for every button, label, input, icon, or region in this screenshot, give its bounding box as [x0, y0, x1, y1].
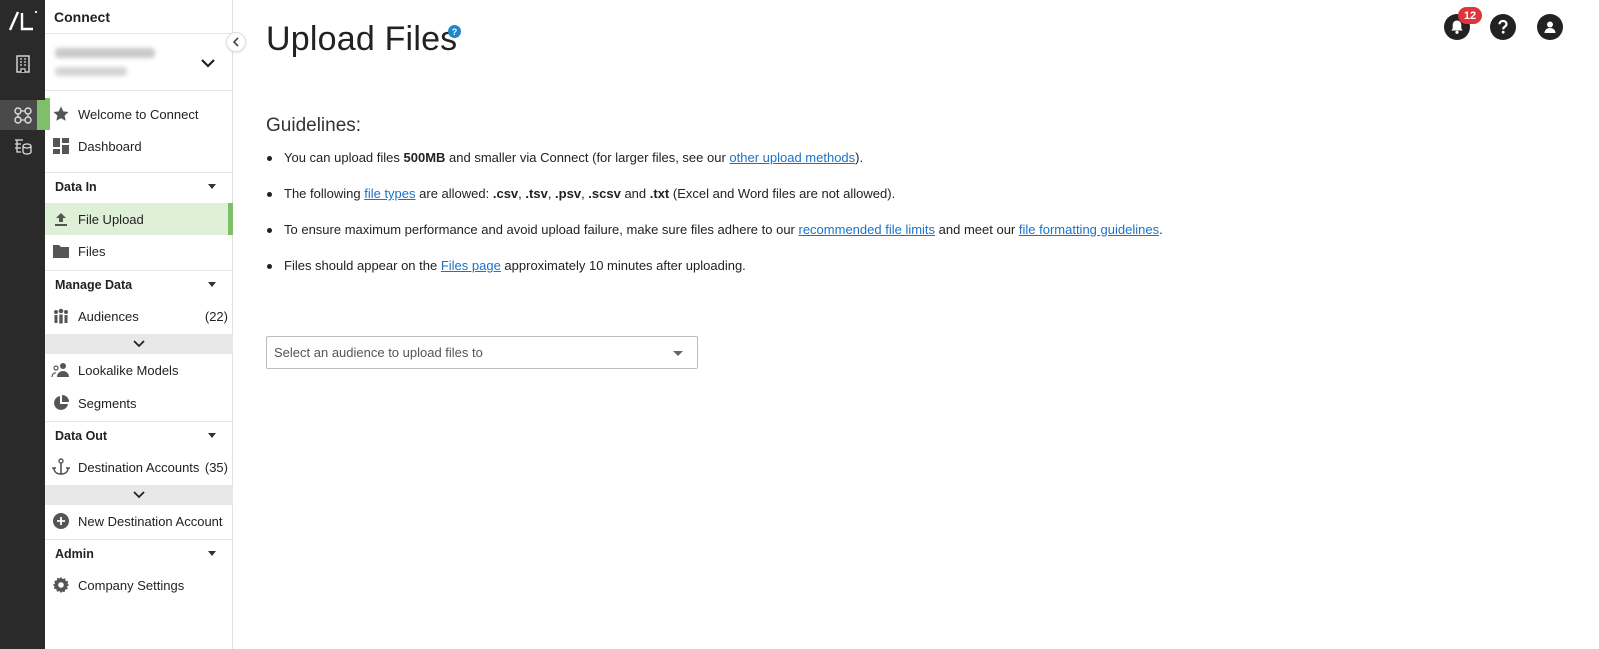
sidebar: Connect Welcome to Connect Dashboard Dat…	[45, 0, 233, 649]
add-circle-icon	[51, 511, 71, 531]
caret-down-icon	[208, 433, 216, 438]
section-label: Admin	[55, 546, 94, 561]
caret-down-icon	[208, 282, 216, 287]
destination-count: (35)	[204, 459, 228, 475]
file-type: .txt	[649, 186, 670, 201]
help-question-icon[interactable]	[1490, 14, 1516, 40]
audience-count: (22)	[204, 308, 228, 324]
caret-down-icon	[208, 551, 216, 556]
caret-down-icon	[208, 184, 216, 189]
sidebar-item-files[interactable]: Files	[45, 235, 233, 267]
lookalike-icon	[51, 360, 71, 380]
guideline-text: You can upload files	[284, 150, 404, 165]
guideline-text: and smaller via Connect (for larger file…	[445, 150, 730, 165]
help-icon[interactable]: ?	[448, 25, 461, 38]
sidebar-item-segments[interactable]: Segments	[45, 387, 233, 419]
user-avatar-icon[interactable]	[1537, 14, 1563, 40]
collapse-sidebar-button[interactable]	[226, 32, 246, 52]
sidebar-item-welcome[interactable]: Welcome to Connect	[45, 98, 233, 130]
separator: and	[620, 186, 650, 201]
sidebar-item-label: Company Settings	[78, 577, 185, 593]
chevron-down-icon[interactable]	[199, 54, 217, 72]
folder-icon	[51, 241, 71, 261]
file-formatting-guidelines-link[interactable]: file formatting guidelines	[1019, 222, 1159, 237]
sidebar-item-label: Segments	[78, 395, 137, 411]
notification-count-badge: 12	[1458, 7, 1482, 24]
sidebar-item-company-settings[interactable]: Company Settings	[45, 569, 233, 601]
dashboard-icon	[51, 136, 71, 156]
sidebar-item-file-upload[interactable]: File Upload	[45, 203, 233, 235]
guideline-text: (Excel and Word files are not allowed).	[669, 186, 896, 201]
sidebar-item-destination-accounts[interactable]: Destination Accounts (35)	[45, 451, 233, 483]
file-type: .csv	[492, 186, 519, 201]
section-label: Data Out	[55, 428, 108, 443]
liveramp-logo[interactable]	[6, 8, 40, 34]
guideline-text: .	[1159, 222, 1163, 237]
page-title: Upload Files	[266, 20, 458, 58]
guideline-text: are allowed:	[415, 186, 493, 201]
expand-audiences[interactable]	[45, 334, 233, 354]
connect-nodes-icon[interactable]	[0, 100, 45, 130]
sidebar-item-label: Files	[78, 243, 106, 259]
file-type: .psv	[555, 186, 582, 201]
gear-icon	[51, 575, 71, 595]
guidelines-heading: Guidelines:	[266, 115, 362, 136]
star-icon	[51, 104, 71, 124]
sidebar-item-label: Audiences	[78, 308, 139, 324]
app-rail	[0, 0, 45, 649]
sidebar-item-label: Destination Accounts	[78, 459, 200, 475]
sidebar-item-label: New Destination Account	[78, 513, 223, 529]
anchor-icon	[51, 457, 71, 477]
sidebar-item-label: Dashboard	[78, 138, 142, 154]
guideline-text: To ensure maximum performance and avoid …	[284, 222, 799, 237]
guideline-text: approximately 10 minutes after uploading…	[500, 258, 746, 273]
sidebar-item-label: File Upload	[78, 211, 144, 227]
file-types-link[interactable]: file types	[364, 186, 415, 201]
audience-icon	[51, 306, 71, 326]
file-type: .scsv	[588, 186, 621, 201]
data-catalog-icon[interactable]	[0, 132, 45, 162]
separator: ,	[547, 186, 556, 201]
upload-icon	[51, 209, 71, 229]
building-icon[interactable]	[0, 49, 45, 79]
section-data-out[interactable]: Data Out	[45, 421, 233, 449]
account-id-redacted	[55, 67, 127, 76]
section-admin[interactable]: Admin	[45, 539, 233, 567]
pie-chart-icon	[51, 393, 71, 413]
guideline-item: To ensure maximum performance and avoid …	[266, 222, 1366, 258]
guidelines-list: You can upload files 500MB and smaller v…	[266, 150, 1366, 294]
guideline-item: The following file types are allowed: .c…	[266, 186, 1366, 222]
account-switcher[interactable]	[45, 33, 233, 91]
chevron-left-icon	[232, 37, 239, 47]
expand-destination-accounts[interactable]	[45, 485, 233, 505]
section-label: Manage Data	[55, 277, 133, 292]
sidebar-title: Connect	[54, 9, 110, 25]
audience-select-placeholder: Select an audience to upload files to	[274, 345, 483, 360]
sidebar-item-dashboard[interactable]: Dashboard	[45, 130, 233, 162]
files-page-link[interactable]: Files page	[441, 258, 501, 273]
guideline-text: The following	[284, 186, 365, 201]
chevron-down-icon	[133, 491, 145, 499]
section-label: Data In	[55, 179, 97, 194]
sidebar-item-label: Lookalike Models	[78, 362, 179, 378]
section-manage-data[interactable]: Manage Data	[45, 270, 233, 298]
other-upload-methods-link[interactable]: other upload methods	[729, 150, 855, 165]
guideline-text: ).	[855, 150, 864, 165]
sidebar-item-label: Welcome to Connect	[78, 106, 199, 122]
chevron-down-icon	[133, 340, 145, 348]
size-limit: 500MB	[403, 150, 446, 165]
file-type: .tsv	[525, 186, 548, 201]
sidebar-item-lookalike-models[interactable]: Lookalike Models	[45, 354, 233, 386]
sidebar-item-new-destination-account[interactable]: New Destination Account	[45, 505, 233, 537]
sidebar-item-audiences[interactable]: Audiences (22)	[45, 300, 233, 332]
section-data-in[interactable]: Data In	[45, 172, 233, 200]
guideline-item: You can upload files 500MB and smaller v…	[266, 150, 1366, 186]
recommended-file-limits-link[interactable]: recommended file limits	[799, 222, 936, 237]
account-name-redacted	[55, 48, 155, 58]
dropdown-arrow-icon	[673, 351, 683, 356]
guideline-text: and meet our	[935, 222, 1019, 237]
guideline-item: Files should appear on the Files page ap…	[266, 258, 1366, 294]
audience-select[interactable]: Select an audience to upload files to	[266, 336, 698, 369]
guideline-text: Files should appear on the	[284, 258, 441, 273]
